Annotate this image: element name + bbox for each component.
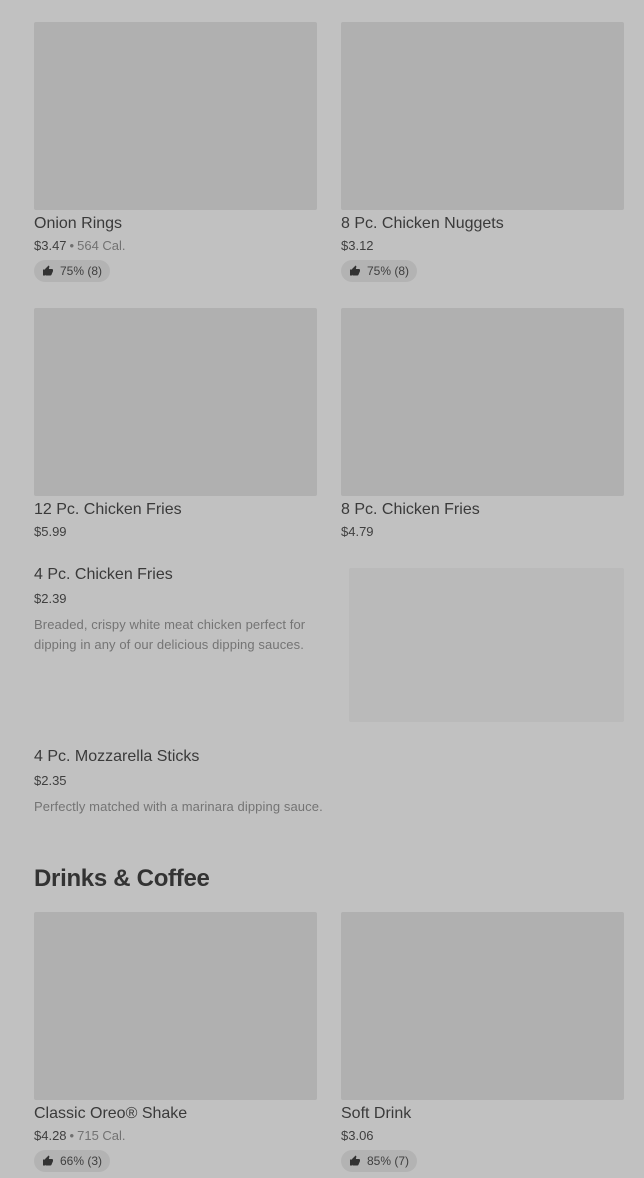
- item-price-line: $4.79: [341, 524, 624, 539]
- item-name: Soft Drink: [341, 1105, 412, 1122]
- item-image: [341, 22, 624, 210]
- rating-text: 75% (8): [60, 264, 103, 278]
- item-description: Perfectly matched with a marinara dippin…: [34, 799, 323, 814]
- item-price: $3.47: [34, 238, 67, 253]
- item-image: [349, 568, 624, 722]
- menu-item-card[interactable]: 12 Pc. Chicken Fries $5.99: [34, 308, 317, 539]
- item-description: Breaded, crispy white meat chicken perfe…: [34, 617, 306, 652]
- item-name: 12 Pc. Chicken Fries: [34, 501, 182, 518]
- item-name: 4 Pc. Mozzarella Sticks: [34, 748, 200, 765]
- separator-dot: •: [69, 1128, 75, 1143]
- item-name: Classic Oreo® Shake: [34, 1105, 188, 1122]
- item-price: $3.12: [341, 238, 374, 253]
- menu-item-card[interactable]: Classic Oreo® Shake $4.28 • 715 Cal. 66% (…: [34, 912, 317, 1172]
- rating-badge: 85% (7): [341, 1150, 418, 1172]
- thumbs-up-icon: [43, 265, 53, 276]
- item-price-line: $3.12: [341, 238, 624, 253]
- rating-badge: 75% (8): [34, 260, 111, 282]
- item-price-line: $3.06: [341, 1128, 624, 1143]
- menu-item-card[interactable]: Onion Rings $3.47 • 564 Cal. 75% (8): [34, 22, 317, 282]
- thumbs-up-icon: [43, 1155, 53, 1166]
- item-price-line: $4.28 • 715 Cal.: [34, 1128, 317, 1143]
- menu-list-item[interactable]: 4 Pc. Mozzarella Sticks $2.35 Perfectly …: [34, 748, 624, 817]
- item-image: [341, 912, 624, 1100]
- menu-item-card[interactable]: 8 Pc. Chicken Fries $4.79: [341, 308, 624, 539]
- item-price-line: $3.47 • 564 Cal.: [34, 238, 317, 253]
- separator-dot: •: [69, 238, 75, 253]
- item-calories: 564 Cal.: [77, 238, 126, 253]
- thumbs-up-icon: [350, 265, 360, 276]
- item-price-line: $5.99: [34, 524, 317, 539]
- item-price: $2.35: [34, 773, 67, 788]
- item-name: Onion Rings: [34, 215, 123, 232]
- item-price: $4.28: [34, 1128, 67, 1143]
- item-image: [341, 308, 624, 496]
- item-image: [34, 308, 317, 496]
- menu-item-card[interactable]: Soft Drink $3.06 85% (7): [341, 912, 624, 1172]
- item-image: [34, 22, 317, 210]
- item-price: $5.99: [34, 524, 67, 539]
- item-name: 8 Pc. Chicken Fries: [341, 501, 480, 518]
- item-price: $3.06: [341, 1128, 374, 1143]
- item-image: [34, 912, 317, 1100]
- thumbs-up-icon: [350, 1155, 360, 1166]
- menu-item-card[interactable]: 8 Pc. Chicken Nuggets $3.12 75% (8): [341, 22, 624, 282]
- item-calories: 715 Cal.: [77, 1128, 126, 1143]
- rating-badge: 75% (8): [341, 260, 418, 282]
- rating-text: 75% (8): [367, 264, 410, 278]
- item-name: 8 Pc. Chicken Nuggets: [341, 215, 504, 232]
- rating-badge: 66% (3): [34, 1150, 111, 1172]
- item-price: $4.79: [341, 524, 374, 539]
- menu-page: Onion Rings $3.47 • 564 Cal. 75% (8) 8 Pc.…: [0, 0, 644, 1178]
- rating-text: 85% (7): [367, 1154, 410, 1168]
- rating-text: 66% (3): [60, 1154, 103, 1168]
- section-heading: Drinks & Coffee: [34, 865, 210, 892]
